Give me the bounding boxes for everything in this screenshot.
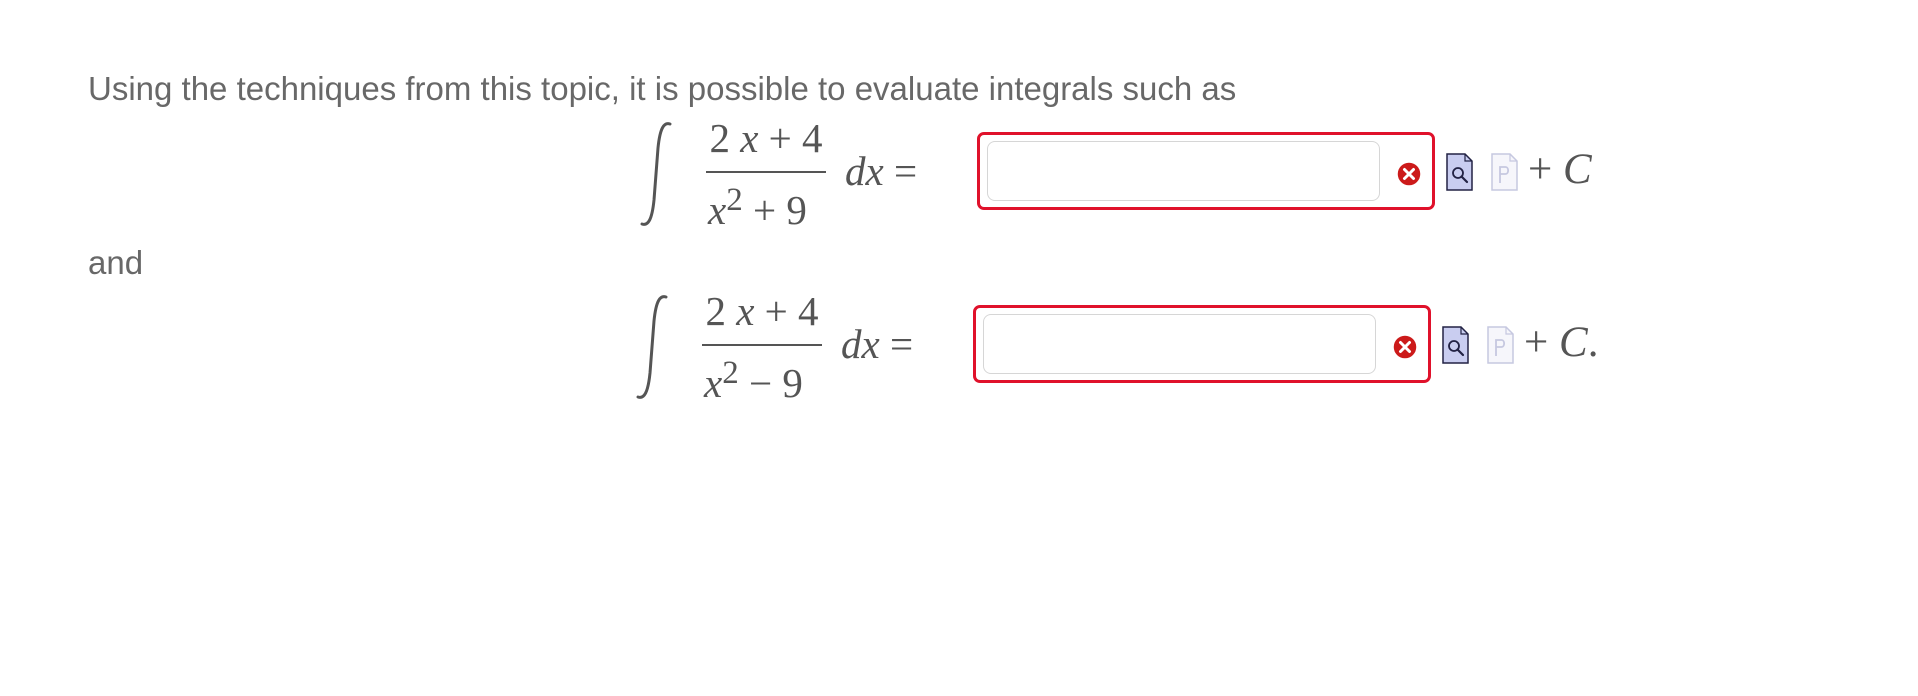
integral-equation-1: 2 x + 4 x2 + 9 dx = + C bbox=[640, 112, 1640, 232]
fraction-bar-1 bbox=[706, 171, 826, 173]
answer-frame-1 bbox=[977, 132, 1435, 210]
denominator-2: x2 − 9 bbox=[704, 355, 803, 406]
differential-2: dx = bbox=[841, 321, 914, 367]
prompt-document-icon[interactable] bbox=[1487, 326, 1514, 364]
integral-sign bbox=[640, 122, 672, 226]
prompt-document-icon[interactable] bbox=[1491, 153, 1518, 191]
preview-document-icon[interactable] bbox=[1442, 326, 1469, 364]
numerator-2: 2 x + 4 bbox=[705, 288, 819, 334]
error-icon bbox=[1392, 334, 1418, 360]
connector-text: and bbox=[88, 244, 144, 281]
answer-input-1[interactable] bbox=[987, 141, 1380, 201]
denominator-1: x2 + 9 bbox=[708, 182, 807, 233]
fraction-2: 2 x + 4 x2 − 9 bbox=[700, 285, 824, 405]
error-icon bbox=[1396, 161, 1422, 187]
integral-equation-2: 2 x + 4 x2 − 9 dx = + C. bbox=[636, 285, 1636, 405]
plus-constant-2: + C. bbox=[1524, 319, 1599, 366]
differential-1: dx = bbox=[845, 148, 918, 194]
fraction-1: 2 x + 4 x2 + 9 bbox=[704, 112, 828, 232]
answer-frame-2 bbox=[973, 305, 1431, 383]
numerator-1: 2 x + 4 bbox=[709, 115, 823, 161]
integral-sign bbox=[636, 295, 668, 399]
plus-constant-1: + C bbox=[1528, 146, 1592, 193]
preview-document-icon[interactable] bbox=[1446, 153, 1473, 191]
fraction-bar-2 bbox=[702, 344, 822, 346]
answer-input-2[interactable] bbox=[983, 314, 1376, 374]
intro-text: Using the techniques from this topic, it… bbox=[88, 70, 1237, 107]
